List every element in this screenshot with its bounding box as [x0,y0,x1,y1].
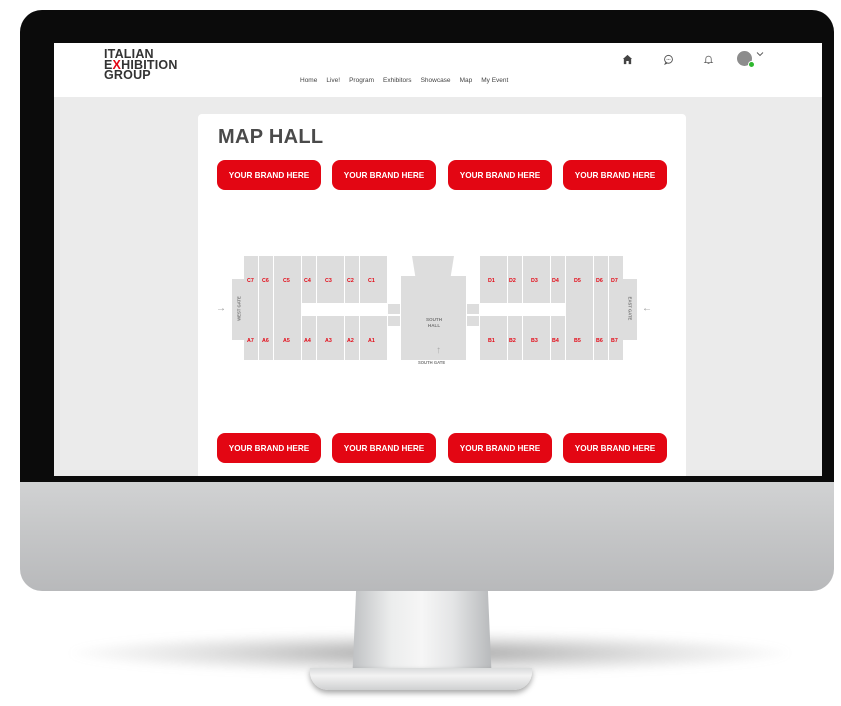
booth-column-d6-b6[interactable] [594,256,608,360]
booth-label-c5: C5 [283,278,290,284]
booth-column-d7-b7[interactable] [609,256,623,360]
south-hall-label: SOUTH HALL [425,317,443,328]
nav-program[interactable]: Program [349,77,374,84]
brand-slot-top-2[interactable]: YOUR BRAND HERE [332,160,436,190]
map-card: MAP HALL YOUR BRAND HERE YOUR BRAND HERE… [198,114,686,476]
east-entry-arrow: ← [642,303,652,314]
booth-label-d5: D5 [574,278,581,284]
booth-label-d1: D1 [488,278,495,284]
south-gate-label: SOUTH GATE [418,360,446,365]
online-status-dot [748,61,755,68]
brand-slot-top-4[interactable]: YOUR BRAND HERE [563,160,667,190]
brand-slot-bottom-4[interactable]: YOUR BRAND HERE [563,433,667,463]
top-header: ITALIAN EXHIBITION GROUP Home Live! Prog… [54,43,822,97]
south-gate-arrow: ↑ [436,345,441,356]
main-nav: Home Live! Program Exhibitors Showcase M… [300,77,508,84]
booth-label-c7: C7 [247,278,254,284]
nav-map[interactable]: Map [460,77,473,84]
booth-label-a7: A7 [247,338,254,344]
booth-label-c3: C3 [325,278,332,284]
brand-slot-bottom-1[interactable]: YOUR BRAND HERE [217,433,321,463]
brand-slot-top-1[interactable]: YOUR BRAND HERE [217,160,321,190]
connector-west-upper [388,304,400,314]
booth-label-b4: B4 [552,338,559,344]
brand-slot-bottom-2[interactable]: YOUR BRAND HERE [332,433,436,463]
booth-label-a4: A4 [304,338,311,344]
nav-home[interactable]: Home [300,77,317,84]
booth-label-b6: B6 [596,338,603,344]
nav-showcase[interactable]: Showcase [421,77,451,84]
monitor-screen: ITALIAN EXHIBITION GROUP Home Live! Prog… [54,43,822,476]
page-title: MAP HALL [218,126,324,148]
booth-label-a6: A6 [262,338,269,344]
brand-slot-bottom-3[interactable]: YOUR BRAND HERE [448,433,552,463]
booth-column-c6-a6[interactable] [259,256,273,360]
booth-label-b3: B3 [531,338,538,344]
booth-label-a2: A2 [347,338,354,344]
booth-label-c1: C1 [368,278,375,284]
booth-column-c5-a5[interactable] [274,256,301,360]
booth-label-b1: B1 [488,338,495,344]
nav-live[interactable]: Live! [326,77,340,84]
booth-label-c4: C4 [304,278,311,284]
booth-label-b5: B5 [574,338,581,344]
home-icon[interactable] [620,52,634,66]
booth-label-d4: D4 [552,278,559,284]
connector-east-lower [467,316,479,326]
booth-label-a3: A3 [325,338,332,344]
booth-label-c2: C2 [347,278,354,284]
connector-west-lower [388,316,400,326]
connector-east-upper [467,304,479,314]
brand-slot-top-3[interactable]: YOUR BRAND HERE [448,160,552,190]
booth-label-b2: B2 [509,338,516,344]
booth-label-d6: D6 [596,278,603,284]
floor-plan: → WEST GATE C7 C6 C5 C4 C3 C2 C1 A7 A6 A… [212,254,672,374]
booth-column-c7-a7[interactable] [244,256,258,360]
east-gate-label: EAST GATE [627,296,633,321]
chevron-down-icon[interactable] [756,50,764,60]
booth-label-c6: C6 [262,278,269,284]
monitor-stand-base [310,668,532,690]
booth-label-d2: D2 [509,278,516,284]
monitor-chin [20,479,834,591]
booth-label-a1: A1 [368,338,375,344]
west-gate-label: WEST GATE [236,296,242,321]
chat-icon[interactable] [661,52,675,66]
logo[interactable]: ITALIAN EXHIBITION GROUP [104,48,178,82]
booth-column-d5-b5[interactable] [566,256,593,360]
booth-label-b7: B7 [611,338,618,344]
west-entry-arrow: → [216,303,226,314]
booth-label-a5: A5 [283,338,290,344]
booth-label-d3: D3 [531,278,538,284]
nav-exhibitors[interactable]: Exhibitors [383,77,412,84]
nav-my-event[interactable]: My Event [481,77,508,84]
booth-label-d7: D7 [611,278,618,284]
logo-line-3: GROUP [104,68,151,82]
bell-icon[interactable] [701,52,715,66]
